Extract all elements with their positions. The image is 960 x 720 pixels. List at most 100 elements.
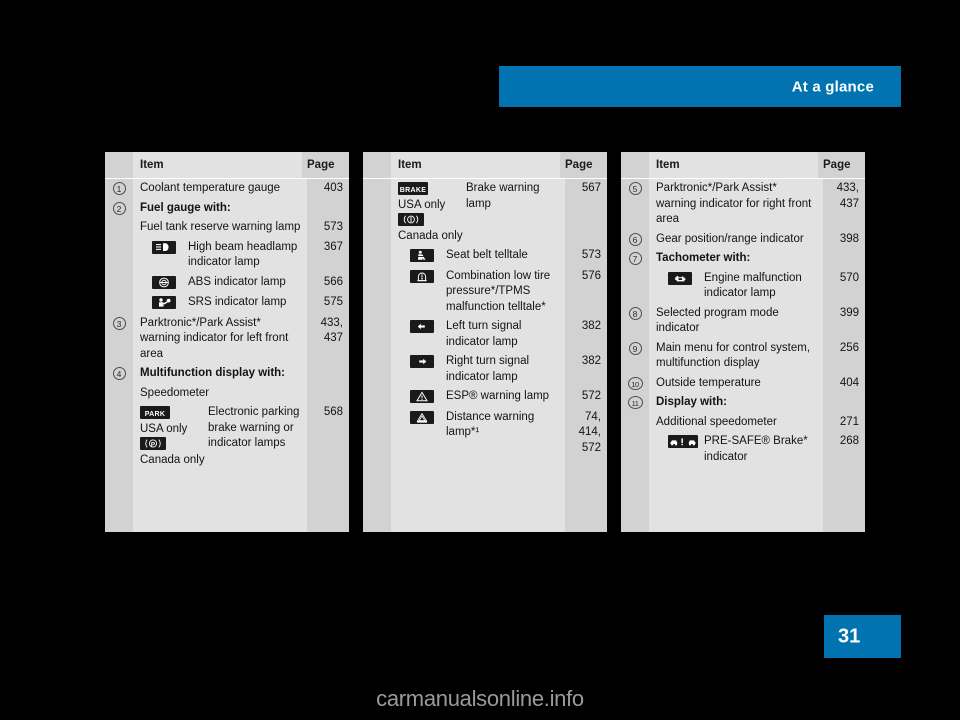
column-header-page: Page — [560, 152, 607, 178]
item-number: 9 — [628, 341, 642, 355]
row-page-number: 567 — [565, 179, 607, 246]
table-row: 11 Display with: — [621, 393, 865, 413]
table-row: Speedometer — [105, 383, 349, 403]
row-item-text: SRS indicator lamp — [188, 296, 287, 308]
seat-belt-icon — [410, 249, 434, 263]
table-row: High beam headlamp indicator lamp 367 — [105, 237, 349, 273]
row-marker: 1 — [105, 179, 133, 199]
market-label-usa: USA only — [140, 422, 188, 435]
row-page-number: 74, 414, 572 — [565, 407, 607, 458]
row-item-cell: BRAKE USA only Canada only Brake warning… — [391, 179, 565, 246]
table-row: Right turn signal indicator lamp 382 — [363, 352, 607, 387]
icon-container — [398, 354, 446, 371]
row-page-number — [823, 393, 865, 413]
table-row: 3 Parktronic*/Park Assist* warning indic… — [105, 313, 349, 364]
row-item-cell: Seat belt telltale — [391, 246, 565, 267]
row-item-text: Display with: — [656, 396, 727, 408]
parking-brake-p-icon: P — [140, 437, 166, 451]
row-marker: 10 — [621, 373, 649, 393]
right-turn-signal-icon — [410, 355, 434, 369]
row-item-text: Electronic parking brake warning or indi… — [208, 406, 300, 449]
row-marker: 2 — [105, 198, 133, 218]
column-header-page: Page — [302, 152, 349, 178]
header-gutter — [621, 152, 649, 178]
srs-airbag-icon — [152, 296, 176, 310]
row-item-text: High beam headlamp indicator lamp — [188, 240, 298, 269]
market-label-usa: USA only — [398, 198, 446, 211]
icon-container — [140, 275, 188, 292]
abs-icon — [152, 275, 176, 289]
row-marker — [363, 387, 391, 408]
row-marker: 3 — [105, 313, 133, 364]
row-item-text: Distance warning lamp*¹ — [446, 410, 535, 439]
page-number: 31 — [838, 625, 861, 647]
row-page-number: 271 — [823, 412, 865, 432]
row-marker — [621, 412, 649, 432]
row-marker — [363, 458, 391, 532]
row-marker — [105, 383, 133, 403]
row-item-text: Outside temperature — [656, 376, 761, 389]
park-text-icon: PARK — [140, 406, 170, 420]
row-marker — [363, 317, 391, 352]
row-item-text — [133, 470, 307, 532]
table-row: Distance warning lamp*¹ 74, 414, 572 — [363, 407, 607, 458]
row-item-text: Left turn signal indicator lamp — [446, 320, 522, 348]
row-item-text: ESP® warning lamp — [446, 390, 550, 402]
row-page-number: 570 — [823, 268, 865, 304]
table-row: ESP® warning lamp 572 — [363, 387, 607, 408]
table-header-row: Item Page — [621, 152, 865, 179]
item-number: 11 — [627, 396, 643, 409]
esp-warning-icon — [410, 390, 434, 404]
row-marker — [105, 272, 133, 293]
table-row: 4 Multifunction display with: — [105, 364, 349, 384]
row-item-text: Brake warning lamp — [466, 182, 540, 210]
header-gutter — [363, 152, 391, 178]
row-item-cell: Combination low tire pressure*/TPMS malf… — [391, 267, 565, 318]
high-beam-headlamp-icon — [152, 240, 176, 254]
spec-tables-container: Item Page 1 Coolant temperature gauge 40… — [105, 152, 865, 532]
row-page-number: 382 — [565, 352, 607, 387]
item-number: 8 — [628, 306, 642, 320]
market-icon-group: PARK USA only P Canada only — [140, 405, 208, 468]
table-row: Left turn signal indicator lamp 382 — [363, 317, 607, 352]
row-marker — [363, 352, 391, 387]
row-marker: 9 — [621, 338, 649, 374]
table-row: 1 Coolant temperature gauge 403 — [105, 179, 349, 199]
row-item-text: PRE-SAFE® Brake* indicator — [704, 435, 808, 463]
row-page-number: 256 — [823, 338, 865, 374]
row-item-cell: ABS indicator lamp — [133, 273, 307, 294]
row-marker — [105, 237, 133, 273]
row-item-cell: SRS indicator lamp — [133, 293, 307, 314]
row-marker — [363, 266, 391, 317]
row-page-number — [307, 383, 349, 403]
table-row: Fuel tank reserve warning lamp 573 — [105, 218, 349, 238]
column-header-item: Item — [656, 159, 680, 171]
row-page-number — [823, 467, 865, 532]
row-page-number — [307, 470, 349, 532]
row-page-number: 573 — [307, 218, 349, 238]
item-number: 4 — [112, 367, 126, 380]
table-filler-row — [621, 467, 865, 532]
row-marker — [363, 246, 391, 267]
row-marker: 11 — [621, 393, 649, 413]
table-body: 5 Parktronic*/Park Assist* warning indic… — [621, 179, 865, 532]
tire-pressure-icon — [410, 269, 434, 283]
table-body: BRAKE USA only Canada only Brake warning… — [363, 179, 607, 532]
row-marker — [363, 179, 391, 246]
icon-container — [398, 389, 446, 406]
row-item-text: Tachometer with: — [656, 252, 751, 264]
row-page-number: 566 — [307, 272, 349, 293]
table-row: Engine malfunction indicator lamp 570 — [621, 268, 865, 304]
row-item-text: Parktronic*/Park Assist* warning indicat… — [140, 316, 289, 360]
row-marker: 5 — [621, 179, 649, 230]
table-filler-row — [105, 470, 349, 532]
row-item-text — [649, 467, 823, 532]
table-row: 6 Gear position/range indicator 398 — [621, 229, 865, 249]
row-item-cell: Right turn signal indicator lamp — [391, 352, 565, 387]
table-row: 9 Main menu for control system, multifun… — [621, 338, 865, 374]
row-item-text: Selected program mode indicator — [656, 306, 779, 335]
row-item-text — [391, 458, 565, 532]
item-number: 5 — [628, 182, 642, 195]
table-row: Combination low tire pressure*/TPMS malf… — [363, 266, 607, 318]
row-page-number: 575 — [307, 293, 349, 314]
